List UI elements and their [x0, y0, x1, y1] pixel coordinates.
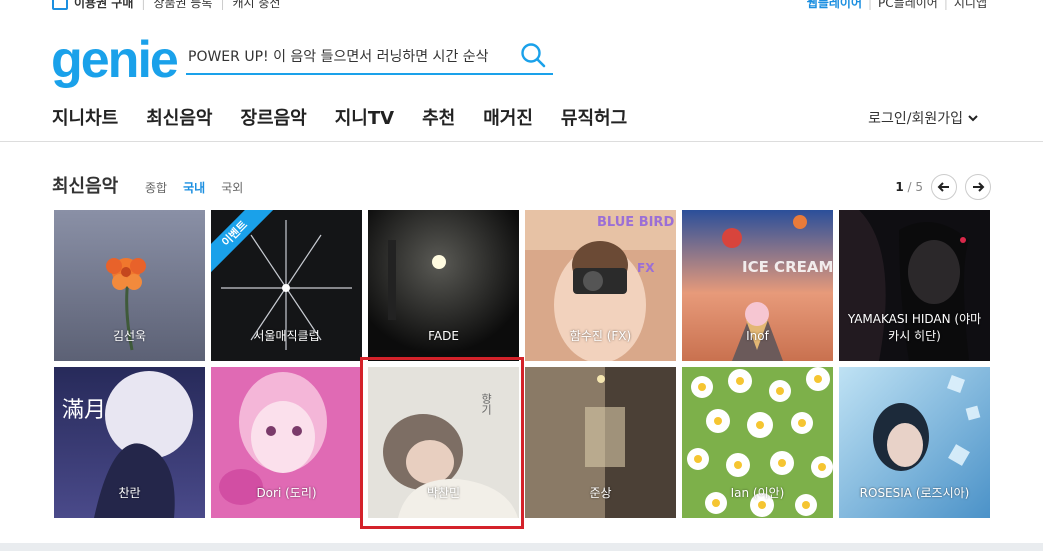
main-nav: 지니차트 최신음악 장르음악 지니TV 추천 매거진 뮤직허그: [52, 104, 627, 130]
nav-music-hug[interactable]: 뮤직허그: [561, 104, 627, 130]
search-box: [186, 37, 553, 75]
page-total: 5: [915, 180, 923, 194]
filter-tabs: 종합 국내 국외: [145, 179, 243, 196]
footer-bar: [0, 543, 1043, 551]
utility-bar: 이용권 구매 | 상품권 등록 | 캐시 충전 웹플레이어 | PC플레이어 |…: [0, 0, 1043, 14]
album-artist: 준상: [589, 486, 612, 500]
header-divider: [0, 141, 1043, 142]
album-artist: Ian (이안): [730, 486, 785, 500]
album-grid: 김선욱 이벤트 서울매직클럽 FADE BLUE BIRD FX 함수진 (FX…: [54, 210, 991, 518]
genie-logo[interactable]: genie: [51, 34, 179, 86]
album-card[interactable]: 김선욱: [54, 210, 205, 361]
album-card[interactable]: Ian (이안): [682, 367, 833, 518]
filter-domestic[interactable]: 국내: [183, 179, 205, 196]
nav-latest-music[interactable]: 최신음악: [146, 104, 212, 130]
album-artist: ROSESIA (로즈시아): [859, 486, 970, 500]
separator: |: [141, 0, 146, 10]
svg-text:FX: FX: [637, 261, 655, 275]
buy-pass-link[interactable]: 이용권 구매: [74, 0, 133, 11]
pager: 1 / 5: [895, 174, 991, 200]
nav-recommend[interactable]: 추천: [422, 104, 455, 130]
cover-text: BLUE BIRD: [597, 215, 674, 230]
filter-all[interactable]: 종합: [145, 179, 167, 196]
search-input[interactable]: [188, 44, 508, 68]
album-artist: 함수진 (FX): [569, 329, 632, 343]
album-card[interactable]: ROSESIA (로즈시아): [839, 367, 990, 518]
separator: |: [943, 0, 948, 10]
cash-charge-link[interactable]: 캐시 충전: [233, 0, 281, 11]
album-card[interactable]: BLUE BIRD FX 함수진 (FX): [525, 210, 676, 361]
album-card[interactable]: 준상: [525, 367, 676, 518]
section-title: 최신음악: [52, 176, 119, 197]
login-menu[interactable]: 로그인/회원가입: [868, 108, 979, 128]
utility-left: 이용권 구매 | 상품권 등록 | 캐시 충전: [52, 0, 280, 11]
arrow-left-icon: [937, 182, 949, 192]
separator: |: [868, 0, 873, 10]
utility-right: 웹플레이어 | PC플레이어 | 지니앱: [807, 0, 987, 11]
next-page-button[interactable]: [965, 174, 991, 200]
chevron-down-icon: [968, 115, 978, 122]
nav-genie-chart[interactable]: 지니차트: [52, 104, 118, 130]
login-label: 로그인/회원가입: [868, 111, 963, 127]
album-card[interactable]: YAMAKASI HIDAN (야마카시 히단): [839, 210, 990, 361]
album-artist: YAMAKASI HIDAN (야마카시 히단): [847, 312, 982, 343]
nav-magazine[interactable]: 매거진: [483, 104, 533, 130]
prev-page-button[interactable]: [931, 174, 957, 200]
album-card[interactable]: 향기 박찬민: [368, 367, 519, 518]
cover-text: 향기: [480, 393, 493, 415]
album-artist: 김선욱: [112, 329, 147, 343]
album-card[interactable]: 이벤트 서울매직클럽: [211, 210, 362, 361]
ticket-icon: [52, 0, 68, 10]
album-artist: FADE: [428, 329, 459, 343]
album-artist: 서울매직클럽: [253, 329, 320, 343]
album-card[interactable]: 滿月 찬란: [54, 367, 205, 518]
search-icon[interactable]: [519, 41, 547, 69]
page-indicator: 1 / 5: [895, 180, 923, 194]
nav-genre-music[interactable]: 장르음악: [241, 104, 307, 130]
album-card[interactable]: FADE: [368, 210, 519, 361]
filter-overseas[interactable]: 국외: [221, 179, 243, 196]
gift-card-link[interactable]: 상품권 등록: [153, 0, 212, 11]
page-current: 1: [895, 180, 904, 194]
album-card[interactable]: ICE CREAM Inof: [682, 210, 833, 361]
album-card[interactable]: Dori (도리): [211, 367, 362, 518]
cover-text: ICE CREAM: [742, 258, 833, 276]
web-player-link[interactable]: 웹플레이어: [807, 0, 862, 11]
arrow-right-icon: [973, 182, 985, 192]
pc-player-link[interactable]: PC플레이어: [878, 0, 938, 11]
separator: |: [220, 0, 225, 10]
genie-app-link[interactable]: 지니앱: [954, 0, 987, 11]
album-artist: 박찬민: [426, 486, 461, 500]
album-artist: Dori (도리): [256, 486, 317, 500]
album-artist: Inof: [746, 329, 769, 343]
nav-genie-tv[interactable]: 지니TV: [335, 104, 394, 130]
album-artist: 찬란: [118, 486, 141, 500]
cover-text: 滿月: [62, 398, 106, 423]
